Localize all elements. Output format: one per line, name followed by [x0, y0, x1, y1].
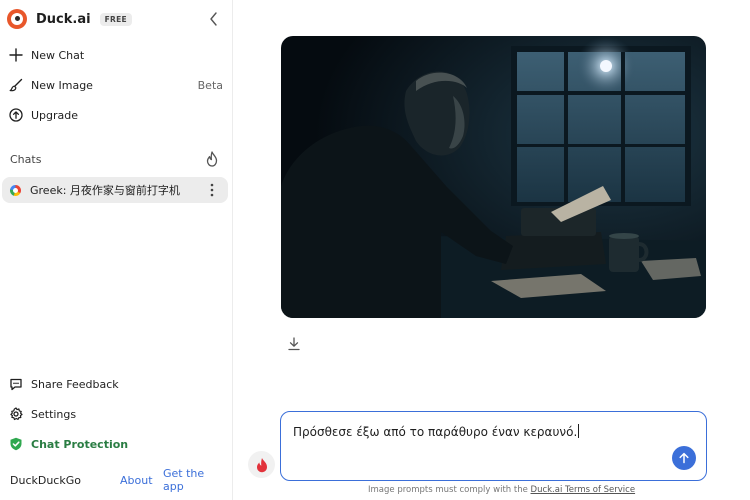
upgrade-button[interactable]: Upgrade [8, 104, 223, 126]
fire-icon [256, 457, 267, 472]
chat-model-icon [10, 184, 21, 196]
prompt-input-value: Πρόσθεσε έξω από το παράθυρο έναν κεραυν… [293, 425, 578, 439]
send-button[interactable] [672, 446, 696, 470]
terms-notice: Image prompts must comply with the Duck.… [368, 485, 635, 495]
feedback-icon [8, 376, 24, 392]
arrow-up-icon [679, 452, 689, 464]
terms-prefix: Image prompts must comply with the [368, 485, 531, 495]
brand-name: Duck.ai [36, 11, 91, 27]
chevron-left-icon [210, 12, 217, 26]
upgrade-label: Upgrade [31, 108, 79, 122]
duckduckgo-label: DuckDuckGo [10, 473, 81, 487]
get-the-app-link[interactable]: Get the app [163, 467, 225, 493]
chats-section-title: Chats [10, 153, 42, 166]
share-feedback-label: Share Feedback [31, 377, 119, 391]
settings-button[interactable]: Settings [8, 403, 223, 425]
new-chat-button[interactable]: New Chat [8, 44, 223, 66]
new-chat-label: New Chat [31, 48, 85, 62]
settings-label: Settings [31, 407, 77, 421]
download-button[interactable] [286, 336, 302, 352]
free-badge: FREE [99, 12, 132, 26]
gear-icon [8, 406, 24, 422]
plus-icon [8, 47, 24, 63]
clear-conversation-button[interactable] [248, 451, 275, 478]
generated-image[interactable] [281, 36, 706, 318]
chat-protection-button[interactable]: Chat Protection [8, 433, 223, 455]
sidebar: Duck.ai FREE New Chat New Image Beta Upg… [0, 0, 233, 500]
arrow-up-circle-icon [8, 107, 24, 123]
download-icon [288, 337, 300, 351]
fire-icon[interactable] [205, 151, 219, 167]
prompt-input[interactable]: Πρόσθεσε έξω από το παράθυρο έναν κεραυν… [293, 424, 580, 439]
sidebar-footer: DuckDuckGo About Get the app [10, 467, 225, 493]
brand[interactable]: Duck.ai FREE [7, 8, 132, 30]
new-image-button[interactable]: New Image Beta [8, 74, 223, 96]
share-feedback-button[interactable]: Share Feedback [8, 373, 223, 395]
terms-link[interactable]: Duck.ai Terms of Service [531, 485, 636, 495]
collapse-sidebar-button[interactable] [206, 11, 222, 27]
chat-protection-label: Chat Protection [31, 437, 129, 451]
beta-label: Beta [197, 78, 223, 92]
prompt-composer[interactable]: Πρόσθεσε έξω από το παράθυρο έναν κεραυν… [280, 411, 707, 481]
new-image-label: New Image [31, 78, 93, 92]
brush-icon [8, 77, 24, 93]
duck-logo-icon [7, 9, 27, 29]
chat-title: Greek: 月夜作家与窗前打字机 [30, 184, 180, 197]
text-caret [578, 424, 580, 438]
shield-check-icon [8, 436, 24, 452]
chat-list-item[interactable]: Greek: 月夜作家与窗前打字机 [2, 177, 228, 203]
about-link[interactable]: About [120, 474, 153, 487]
more-options-icon[interactable] [205, 182, 219, 198]
